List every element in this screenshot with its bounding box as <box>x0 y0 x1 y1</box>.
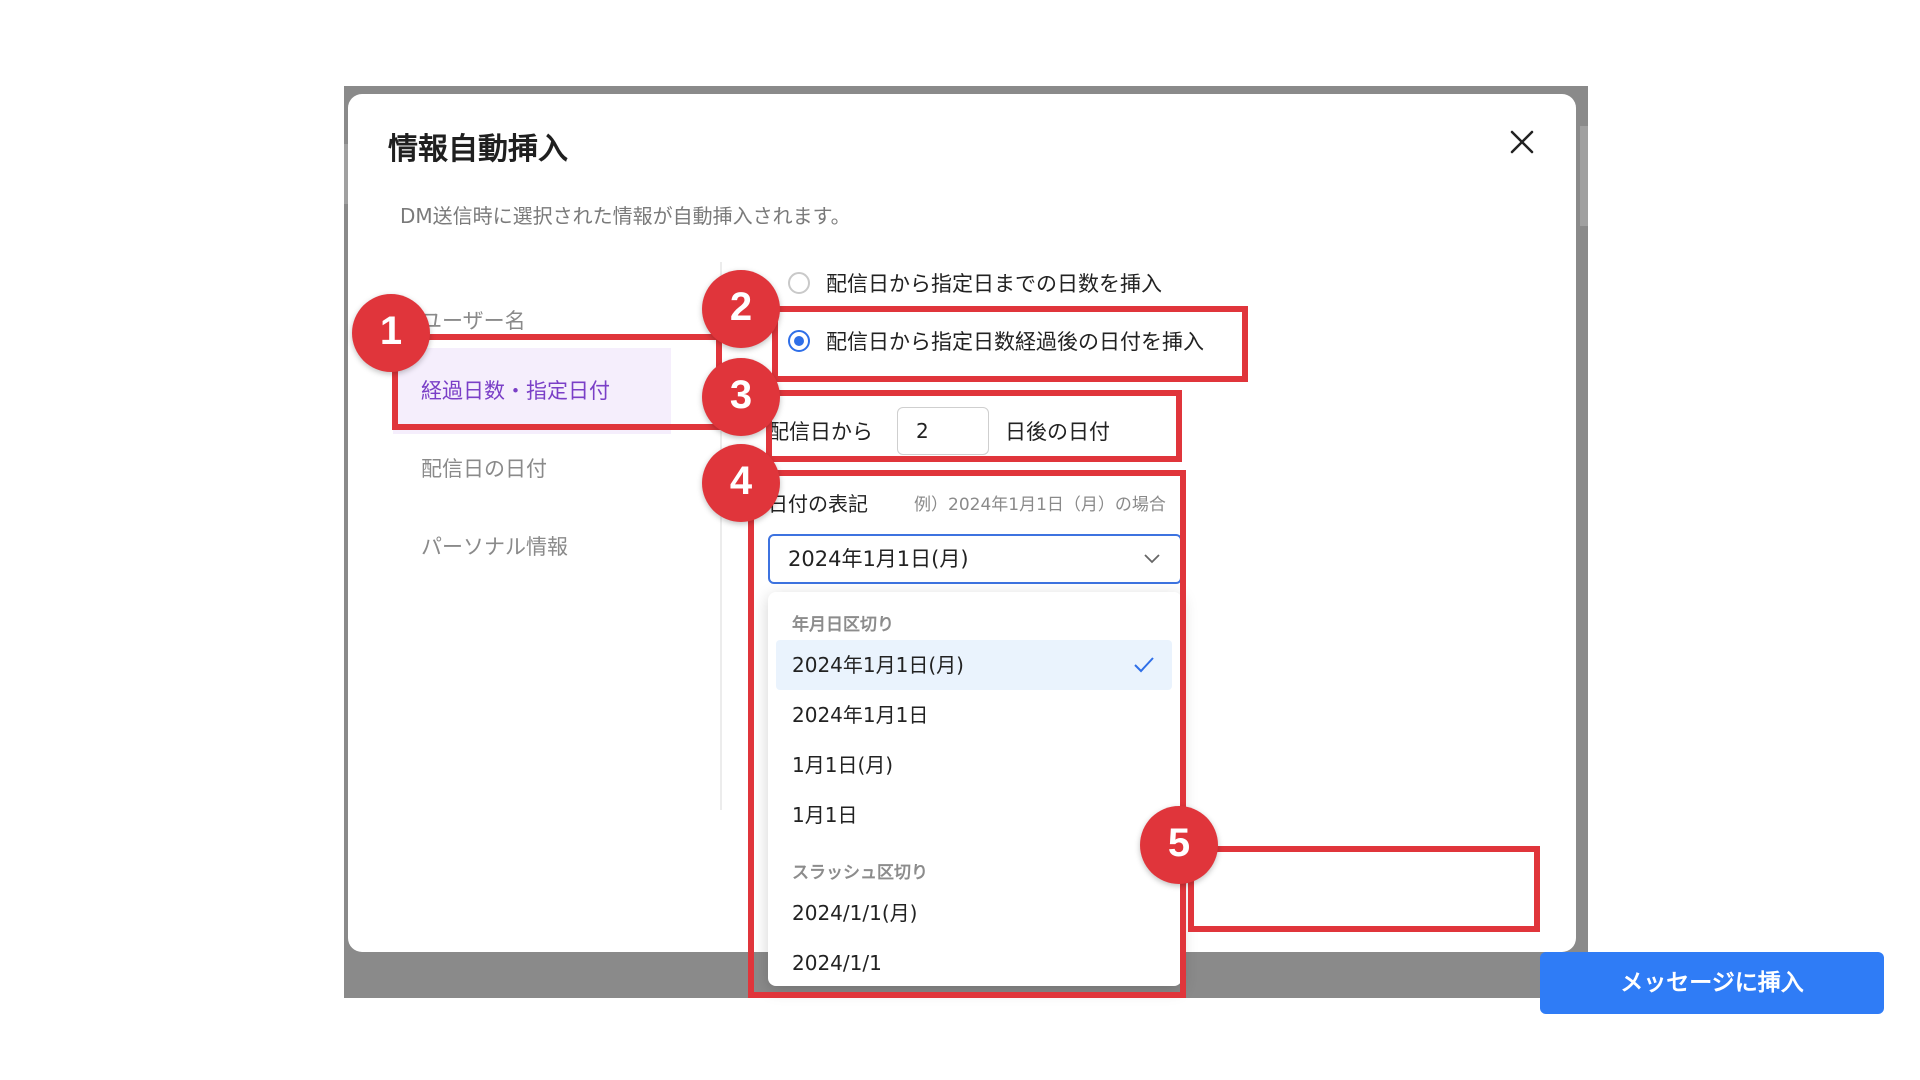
dropdown-group-label: スラッシュ区切り <box>792 863 928 883</box>
sidebar-item-personal-info[interactable]: パーソナル情報 <box>393 504 671 590</box>
dropdown-option-label: 2024年1月1日(月) <box>792 653 964 677</box>
dropdown-option-label: 1月1日(月) <box>792 753 894 777</box>
dropdown-option[interactable]: 1月1日(月) <box>776 740 1172 790</box>
dropdown-option-label: 2024/1/1 <box>792 951 882 975</box>
radio-days-until-label: 配信日から指定日までの日数を挿入 <box>826 272 1162 296</box>
sidebar-item-elapsed-days[interactable]: 経過日数・指定日付 <box>393 348 671 434</box>
dropdown-option-label: 2024/1/1(月) <box>792 901 918 925</box>
date-format-dropdown: 年月日区切り 2024年1月1日(月) 2024年1月1日 1月1日(月) 1月… <box>768 592 1182 986</box>
checkmark-icon <box>1134 657 1154 673</box>
annotation-badge-3: 3 <box>702 358 780 436</box>
sidebar-divider <box>720 262 722 810</box>
annotation-badge-1: 1 <box>352 294 430 372</box>
close-button[interactable] <box>1502 122 1542 162</box>
dropdown-group-label: 年月日区切り <box>792 615 894 635</box>
dropdown-option[interactable]: 2024/1/1(月) <box>776 888 1172 938</box>
radio-unchecked-icon[interactable] <box>788 272 810 294</box>
dropdown-option[interactable]: 2024/1/1 <box>776 938 1172 986</box>
radio-checked-icon[interactable] <box>788 330 810 352</box>
days-row: 配信日から 日後の日付 <box>768 406 1110 456</box>
close-icon <box>1510 130 1534 154</box>
modal-title: 情報自動挿入 <box>388 132 568 167</box>
chevron-down-icon <box>1144 554 1160 564</box>
dropdown-option-label: 2024年1月1日 <box>792 703 929 727</box>
days-prefix: 配信日から <box>768 420 873 444</box>
date-format-example: 例）2024年1月1日（月）の場合 <box>914 495 1166 515</box>
modal-description: DM送信時に選択された情報が自動挿入されます。 <box>400 204 851 228</box>
annotation-badge-4: 4 <box>702 444 780 522</box>
radio-days-until[interactable]: 配信日から指定日までの日数を挿入 <box>788 268 1162 298</box>
insert-message-button[interactable]: メッセージに挿入 <box>1540 952 1884 1014</box>
dropdown-option-label: 1月1日 <box>792 803 858 827</box>
annotation-badge-5: 5 <box>1140 806 1218 884</box>
info-auto-insert-modal: 情報自動挿入 DM送信時に選択された情報が自動挿入されます。 ユーザー名 経過日… <box>348 94 1884 1014</box>
radio-date-after-label: 配信日から指定日数経過後の日付を挿入 <box>826 330 1204 354</box>
date-format-selected: 2024年1月1日(月) <box>788 547 969 571</box>
sidebar-item-delivery-date[interactable]: 配信日の日付 <box>393 426 671 512</box>
dropdown-option[interactable]: 2024年1月1日(月) <box>776 640 1172 690</box>
dropdown-option[interactable]: 1月1日 <box>776 790 1172 840</box>
days-suffix: 日後の日付 <box>1005 420 1110 444</box>
radio-date-after[interactable]: 配信日から指定日数経過後の日付を挿入 <box>788 326 1204 356</box>
backdrop-ghost <box>1580 126 1588 226</box>
dropdown-option[interactable]: 2024年1月1日 <box>776 690 1172 740</box>
annotation-badge-2: 2 <box>702 270 780 348</box>
days-input[interactable] <box>897 407 989 455</box>
date-format-label: 日付の表記 <box>768 492 868 516</box>
date-format-select[interactable]: 2024年1月1日(月) <box>768 534 1182 584</box>
